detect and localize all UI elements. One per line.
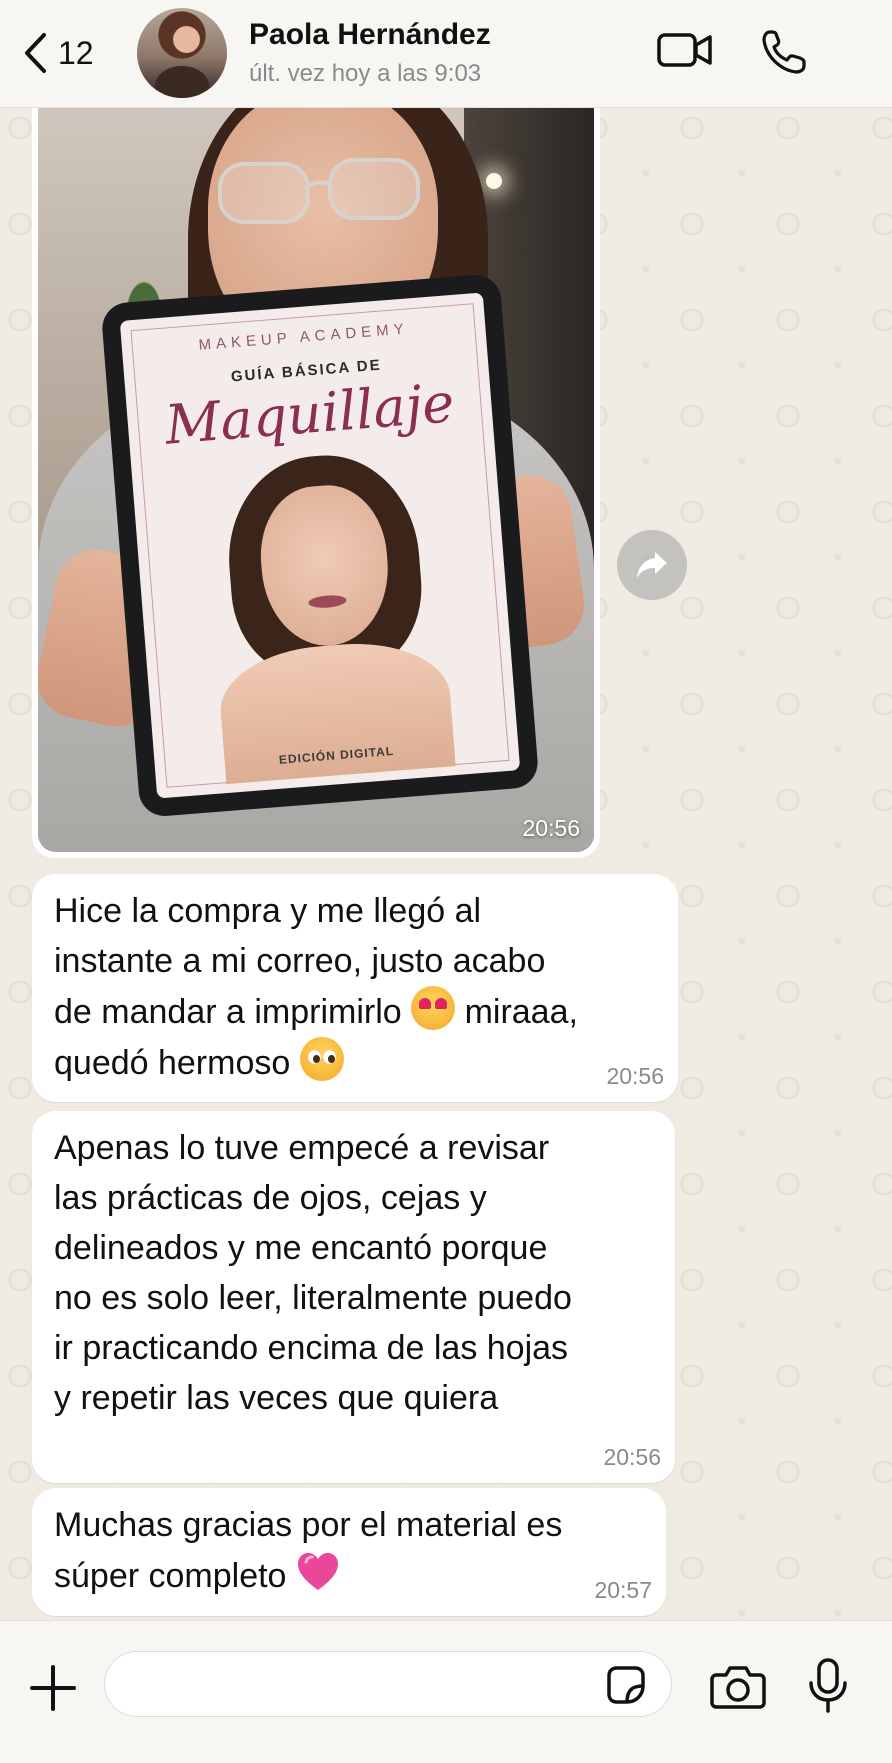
avatar[interactable] <box>137 8 227 98</box>
message-time: 20:56 <box>603 1444 661 1470</box>
message-text: Muchas gracias por el material es súper … <box>54 1506 563 1595</box>
message-input[interactable] <box>104 1651 672 1717</box>
pleading-face-emoji-icon <box>299 1037 344 1081</box>
message-time: 20:56 <box>606 1063 664 1089</box>
message-time: 20:56 <box>522 815 580 841</box>
unread-count: 12 <box>58 34 94 71</box>
forward-icon <box>637 552 667 578</box>
message-time: 20:57 <box>594 1577 652 1603</box>
cover-model-portrait <box>201 447 456 785</box>
camera-icon <box>710 1666 766 1709</box>
voice-note-button[interactable] <box>806 1657 850 1715</box>
pink-heart-emoji-icon <box>296 1550 340 1594</box>
camera-button[interactable] <box>710 1661 766 1711</box>
phone-icon <box>762 30 806 74</box>
input-bar <box>0 1620 892 1763</box>
heart-eyes-emoji-icon <box>411 986 456 1030</box>
video-call-button[interactable] <box>656 28 714 72</box>
contact-name[interactable]: Paola Hernández <box>249 18 491 52</box>
message-text: Apenas lo tuve empecé a revisar las prác… <box>54 1129 572 1417</box>
message-text: Hice la compra y me llegó al instante a … <box>54 892 578 1082</box>
sticker-button[interactable] <box>603 1662 649 1708</box>
photo-image[interactable]: MAKEUP ACADEMY GUÍA BÁSICA DE Maquillaje… <box>38 108 594 852</box>
chevron-left-icon <box>25 33 46 73</box>
sticker-icon <box>607 1666 645 1704</box>
last-seen-status: últ. vez hoy a las 9:03 <box>249 60 482 87</box>
tablet: MAKEUP ACADEMY GUÍA BÁSICA DE Maquillaje… <box>100 273 540 818</box>
photo-message[interactable]: MAKEUP ACADEMY GUÍA BÁSICA DE Maquillaje… <box>32 108 600 858</box>
chat-area[interactable]: MAKEUP ACADEMY GUÍA BÁSICA DE Maquillaje… <box>0 108 892 1620</box>
back-button[interactable]: 12 <box>22 28 94 78</box>
glasses <box>218 158 420 224</box>
message-bubble[interactable]: Hice la compra y me llegó al instante a … <box>32 874 678 1102</box>
plus-icon <box>30 1665 76 1711</box>
attach-button[interactable] <box>28 1663 78 1713</box>
video-camera-icon <box>657 33 712 67</box>
message-bubble[interactable]: Apenas lo tuve empecé a revisar las prác… <box>32 1111 675 1483</box>
microphone-icon <box>809 1658 847 1713</box>
chat-header: 12 Paola Hernández últ. vez hoy a las 9:… <box>0 0 892 108</box>
ebook-cover: MAKEUP ACADEMY GUÍA BÁSICA DE Maquillaje… <box>119 292 521 799</box>
forward-button[interactable] <box>617 530 687 600</box>
message-bubble[interactable]: Muchas gracias por el material es súper … <box>32 1488 666 1616</box>
voice-call-button[interactable] <box>760 28 808 76</box>
